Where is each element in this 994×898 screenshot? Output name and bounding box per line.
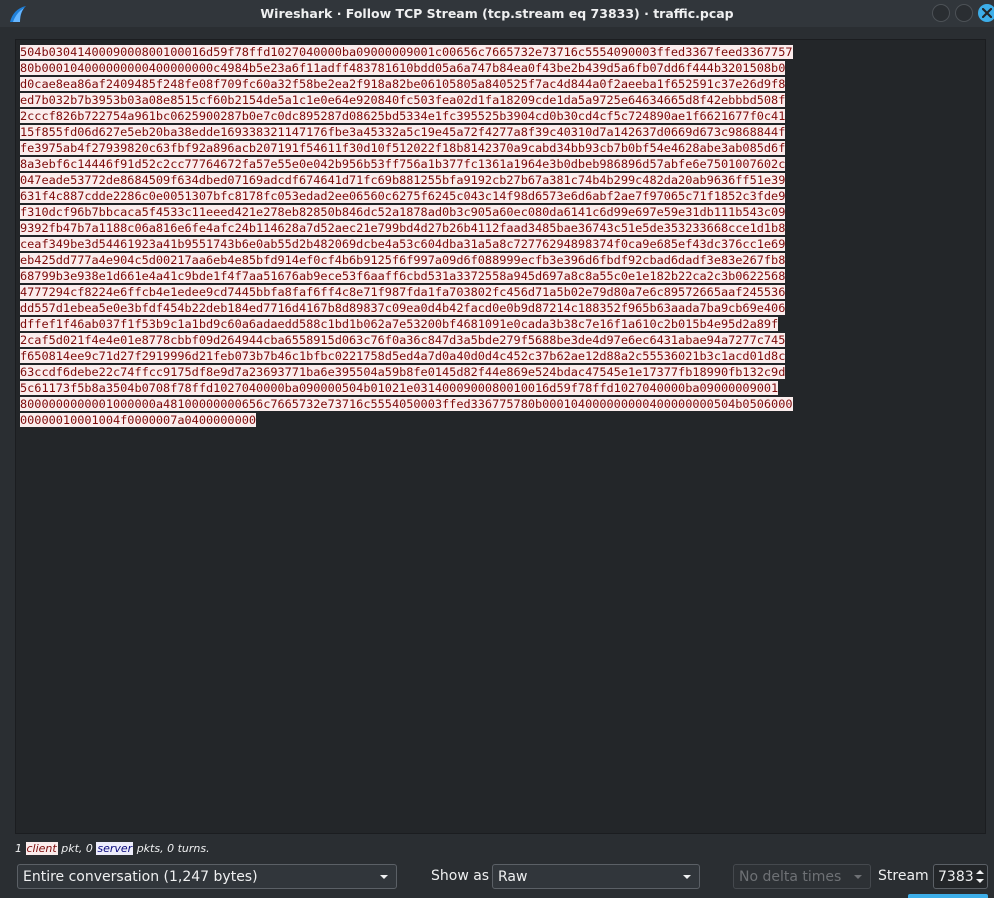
conversation-select-value: Entire conversation (1,247 bytes) xyxy=(23,868,258,885)
stream-line: 631f4c887cdde2286c0e0051307bfc8178fc053e… xyxy=(20,189,786,203)
stream-line: 8000000000001000000a48100000000656c76657… xyxy=(20,397,793,411)
stream-line: 15f855fd06d627e5eb20ba38edde169338321147… xyxy=(20,125,786,139)
window-title: Wireshark · Follow TCP Stream (tcp.strea… xyxy=(260,6,734,21)
maximize-button[interactable] xyxy=(955,4,973,22)
stream-line: f650814ee9c71d27f2919996d21feb073b7b46c1… xyxy=(20,349,786,363)
stream-line: 2caf5d021f4e4e01e8778cbbf09d264944cba655… xyxy=(20,333,786,347)
wireshark-fin-icon xyxy=(10,6,26,22)
stream-line: dffef1f46ab037f1f53b9c1a1bd9c60a6adaedd5… xyxy=(20,317,779,331)
show-as-value: Raw xyxy=(498,868,528,885)
title-bar: Wireshark · Follow TCP Stream (tcp.strea… xyxy=(0,0,994,27)
stream-line: 047eade53772de8684509f634dbed07169adcdf6… xyxy=(20,173,786,187)
stream-label: Stream xyxy=(878,868,929,884)
stream-line: 4777294cf8224e6ffcb4e1edee9cd7445bbfa8fa… xyxy=(20,285,786,299)
minimize-button[interactable] xyxy=(932,4,950,22)
stream-line: 5c61173f5b8a3504b0708f78ffd1027040000ba0… xyxy=(20,381,779,395)
stats-prefix: 1 xyxy=(15,842,26,855)
button-edge xyxy=(908,894,988,898)
show-as-label: Show as xyxy=(431,868,490,884)
close-icon xyxy=(982,8,992,18)
chevron-down-icon xyxy=(854,875,862,879)
chevron-down-icon xyxy=(683,875,691,879)
spin-up-icon[interactable] xyxy=(976,870,984,874)
show-as-select[interactable]: Raw xyxy=(492,864,700,889)
stream-line: dd557d1ebea5e0e3bfdf454b22deb184ed7716d4… xyxy=(20,301,786,315)
stream-text[interactable]: 504b0304140009000800100016d59f78ffd10270… xyxy=(20,44,984,428)
stream-line: f310dcf96b7bbcaca5f4533c11eeed421e278eb8… xyxy=(20,205,786,219)
stream-number-spinbox[interactable]: 7383 xyxy=(933,864,988,889)
server-label: server xyxy=(96,842,134,855)
stats-middle: pkt, 0 xyxy=(57,842,97,855)
stream-line: 63ccdf6debe22c74ffcc9175df8e9d7a23693771… xyxy=(20,365,786,379)
chevron-down-icon xyxy=(380,875,388,879)
spin-down-icon[interactable] xyxy=(976,879,984,883)
stream-line: 80b000104000000000400000000c4984b5e23a6f… xyxy=(20,61,786,75)
conversation-select[interactable]: Entire conversation (1,247 bytes) xyxy=(17,864,397,889)
delta-times-select: No delta times xyxy=(733,864,871,889)
client-label: client xyxy=(25,842,58,855)
stream-line: d0cae8ea86af2409485f248fe08f709fc60a32f5… xyxy=(20,77,786,91)
stream-line: fe3975ab4f27939820c63fbf92a896acb207191f… xyxy=(20,141,786,155)
stream-content-pane[interactable]: 504b0304140009000800100016d59f78ffd10270… xyxy=(15,39,986,834)
delta-times-value: No delta times xyxy=(739,868,842,885)
stream-line: ed7b032b7b3953b03a08e8515cf60b2154de5a1c… xyxy=(20,93,786,107)
stream-line: ceaf349be3d54461923a41b9551743b6e0ab55d2… xyxy=(20,237,786,251)
stream-line: 8a3ebf6c14446f91d52c2cc77764672fa57e55e0… xyxy=(20,157,786,171)
stats-suffix: pkts, 0 turns. xyxy=(133,842,210,855)
stream-line: 9392fb47b7a1188c06a816e6fe4afc24b114628a… xyxy=(20,221,786,235)
stream-line: 00000010001004f0000007a0400000000 xyxy=(20,413,257,427)
stream-line: 2cccf826b722754a961bc0625900287b0e7c0dc8… xyxy=(20,109,786,123)
stream-line: eb425dd777a4e904c5d00217aa6eb4e85bfd914e… xyxy=(20,253,786,267)
stream-number-value: 7383 xyxy=(938,868,974,885)
stream-line: 504b0304140009000800100016d59f78ffd10270… xyxy=(20,45,793,59)
stream-line: 68799b3e938e1d661e4a41c9bde1f4f7aa51676a… xyxy=(20,269,786,283)
close-button[interactable] xyxy=(978,4,994,22)
stream-stats: 1 client pkt, 0 server pkts, 0 turns. xyxy=(15,842,210,858)
